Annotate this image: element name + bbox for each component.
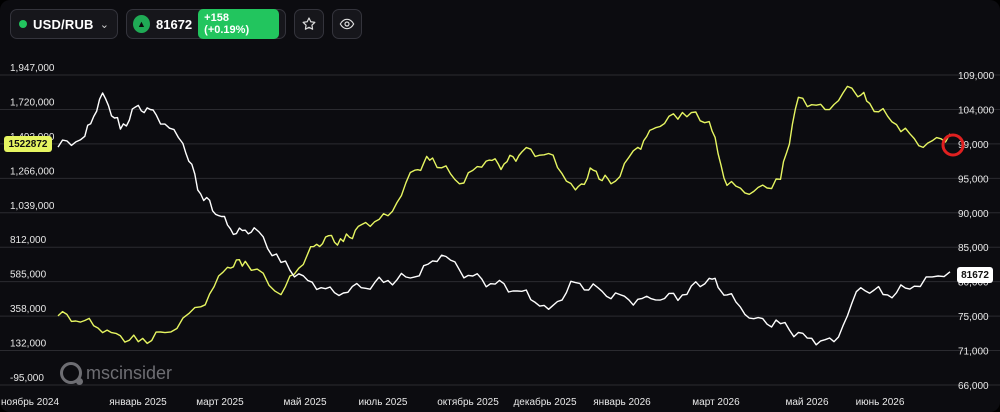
right-tick-label: 75,000 (958, 312, 989, 323)
left-axis: 1,947,0001,720,0001,493,0001,266,0001,03… (10, 63, 55, 384)
right-tick-label: 104,000 (958, 105, 995, 116)
logo-icon (60, 362, 83, 385)
x-tick-label: май 2026 (785, 397, 828, 408)
line-chart: 1,947,0001,720,0001,493,0001,266,0001,03… (0, 63, 1000, 408)
left-tick-label: 812,000 (10, 235, 47, 246)
x-tick-label: январь 2025 (109, 397, 167, 408)
left-tick-label: 1,266,000 (10, 166, 55, 177)
left-tick-label: 585,000 (10, 270, 47, 281)
right-tick-label: 66,000 (958, 381, 989, 392)
left-tick-label: 1,039,000 (10, 201, 55, 212)
left-tick-label: 132,000 (10, 339, 47, 350)
left-tick-label: 358,000 (10, 304, 47, 315)
watermark-text: mscinsider (86, 362, 173, 383)
x-tick-label: ноябрь 2024 (1, 396, 59, 408)
left-tick-label: 1,947,000 (10, 63, 55, 74)
white-series-line (57, 92, 951, 346)
right-tick-label: 90,000 (958, 209, 989, 220)
right-price-tag: 81672 (957, 267, 993, 283)
x-tick-label: декабрь 2025 (513, 396, 577, 408)
series-group (57, 85, 951, 346)
left-price-tag: 1522872 (4, 136, 52, 152)
chart-window: USD/RUB ⌄ ▲ 81672 +158 (+0.19%) 1,947,00… (0, 0, 1000, 412)
left-tick-label: 1,720,000 (10, 97, 55, 108)
right-tick-label: 109,000 (958, 71, 995, 82)
x-tick-label: июнь 2026 (856, 397, 905, 408)
left-tick-label: -95,000 (10, 373, 44, 384)
x-axis: ноябрь 2024 январь 2025 март 2025 май 2025 и… (1, 396, 905, 408)
right-tick-label: 85,000 (958, 243, 989, 254)
x-tick-label: май 2025 (283, 397, 326, 408)
x-tick-label: март 2026 (692, 397, 740, 408)
yellow-series-line (57, 85, 951, 345)
x-tick-label: июль 2025 (359, 397, 408, 408)
right-tick-label: 95,000 (958, 174, 989, 185)
x-tick-label: март 2025 (196, 397, 244, 408)
x-tick-label: январь 2026 (593, 397, 651, 408)
grid (0, 74, 1000, 386)
x-tick-label: октябрь 2025 (437, 396, 499, 408)
right-axis: 109,000104,00099,00095,00090,00085,00080… (958, 71, 995, 392)
right-tick-label: 71,000 (958, 347, 989, 358)
watermark-logo: mscinsider (60, 362, 173, 385)
